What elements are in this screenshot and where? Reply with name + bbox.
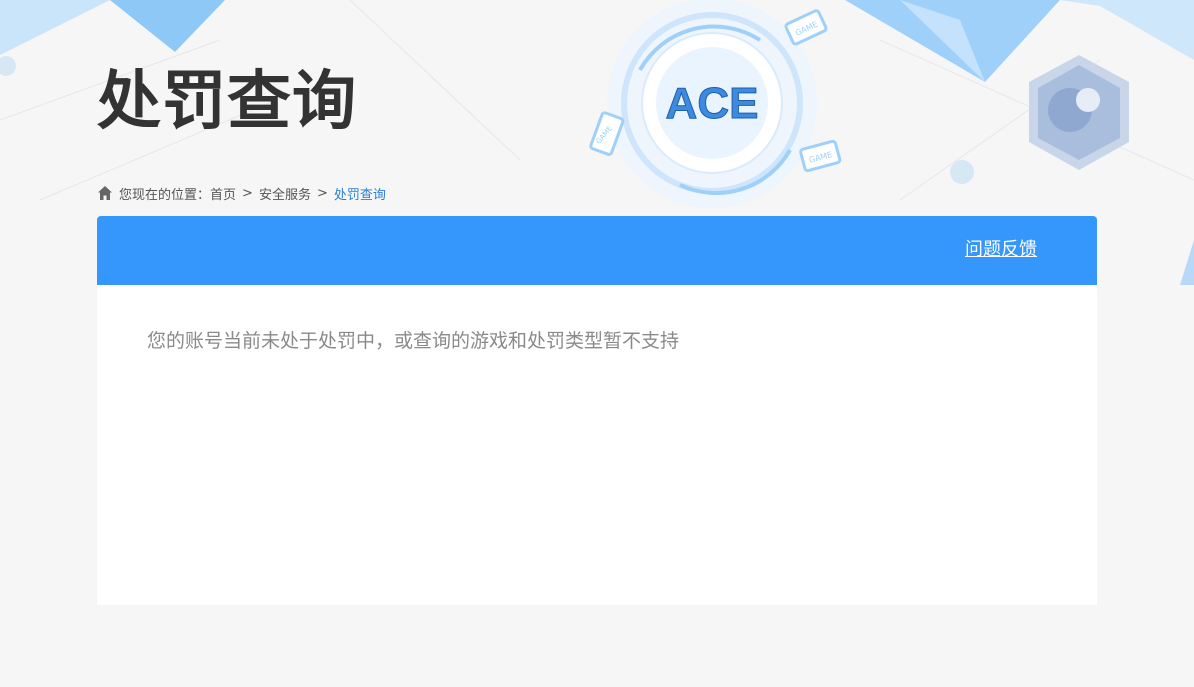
panel-body: 您的账号当前未处于处罚中，或查询的游戏和处罚类型暂不支持 xyxy=(97,285,1097,355)
result-panel: 问题反馈 您的账号当前未处于处罚中，或查询的游戏和处罚类型暂不支持 xyxy=(97,216,1097,605)
character-portrait xyxy=(1029,55,1129,170)
breadcrumb-prefix: 您现在的位置： xyxy=(119,187,211,203)
result-message: 您的账号当前未处于处罚中，或查询的游戏和处罚类型暂不支持 xyxy=(147,330,680,352)
breadcrumb-separator: > xyxy=(316,185,328,201)
breadcrumb: 您现在的位置： 首页 > 安全服务 > 处罚查询 xyxy=(97,183,386,203)
breadcrumb-current: 处罚查询 xyxy=(333,187,386,203)
page-title: 处罚查询 xyxy=(97,65,357,139)
home-icon xyxy=(98,186,112,200)
breadcrumb-security-link[interactable]: 安全服务 xyxy=(259,184,311,203)
page: ACE GAME GAME GAME 处罚查询 您现在的位置： 首页 > 安全服… xyxy=(0,0,1194,687)
panel-header: 问题反馈 xyxy=(97,216,1097,285)
ace-emblem: ACE GAME GAME GAME xyxy=(589,0,842,208)
breadcrumb-home-link[interactable]: 首页 xyxy=(210,184,236,203)
ace-logo-text: ACE xyxy=(666,79,759,128)
feedback-link[interactable]: 问题反馈 xyxy=(965,238,1037,262)
breadcrumb-separator: > xyxy=(242,185,253,201)
